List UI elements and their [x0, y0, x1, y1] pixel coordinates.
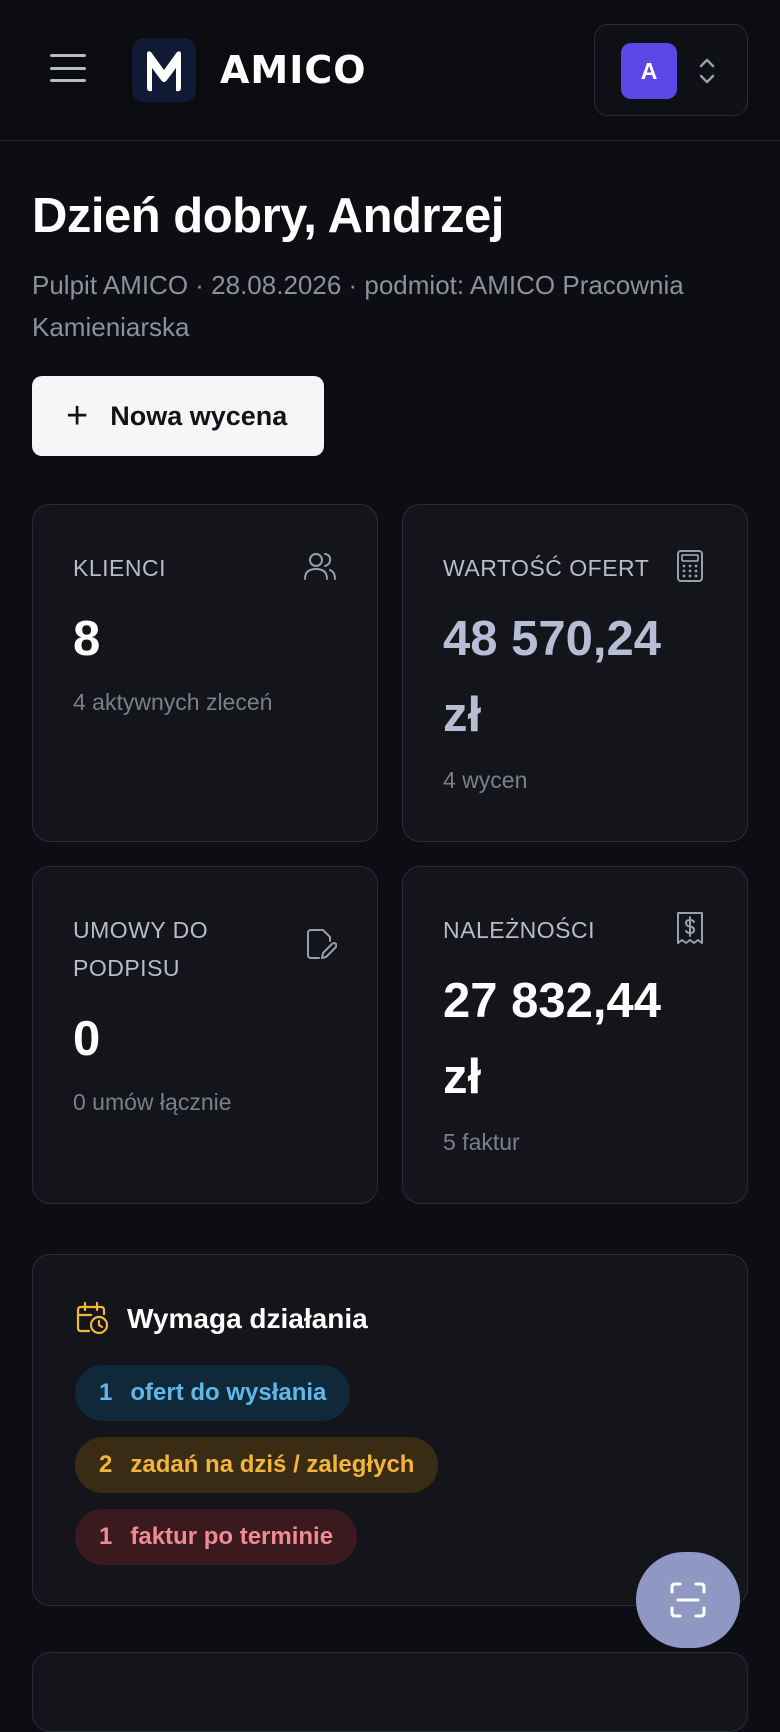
scan-icon — [670, 1582, 706, 1618]
offers-value-card[interactable]: WARTOŚĆ OFERT 48 570,24 zł 4 wycen — [402, 504, 748, 842]
top-bar: AMICO A — [0, 0, 780, 141]
receivables-value: 27 832,44 — [443, 974, 661, 1028]
offers-label: WARTOŚĆ OFERT — [443, 555, 650, 581]
brand-name: AMICO — [220, 48, 367, 92]
receipt-dollar-icon — [677, 912, 703, 944]
next-section-card — [32, 1652, 748, 1732]
offers-value: 48 570,24 — [443, 612, 661, 666]
document-edit-icon — [307, 929, 337, 959]
plus-icon: + — [66, 395, 89, 437]
pill-tasks-today[interactable]: 2 zadań na dziś / zaległych — [75, 1437, 439, 1493]
pill-count: 1 — [99, 1523, 113, 1550]
page-subtitle: Pulpit AMICO · 28.08.2026 · podmiot: AMI… — [32, 270, 684, 342]
contracts-sub: 0 umów łącznie — [73, 1089, 232, 1115]
receivables-label: NALEŻNOŚCI — [443, 917, 595, 943]
pill-label: ofert do wysłania — [130, 1379, 327, 1406]
contracts-value: 0 — [73, 1012, 101, 1066]
logo-m-icon — [147, 51, 181, 92]
new-quote-label: Nowa wycena — [110, 400, 288, 431]
users-icon — [304, 553, 336, 580]
avatar: A — [621, 43, 677, 99]
menu-icon[interactable] — [50, 54, 86, 82]
action-required-card: Wymaga działania 1 ofert do wysłania 2 z… — [32, 1254, 748, 1606]
action-required-title: Wymaga działania — [127, 1303, 368, 1334]
new-quote-button[interactable]: + Nowa wycena — [32, 376, 324, 456]
pill-overdue-invoices[interactable]: 1 faktur po terminie — [75, 1509, 358, 1565]
calendar-clock-icon — [76, 1301, 109, 1335]
contracts-label: UMOWY DO PODPISU — [73, 917, 209, 981]
calculator-icon — [677, 550, 703, 582]
offers-sub: 4 wycen — [443, 767, 528, 793]
clients-card[interactable]: KLIENCI 8 4 aktywnych zleceń — [32, 504, 378, 842]
pill-count: 1 — [99, 1379, 113, 1406]
scan-button[interactable] — [636, 1552, 740, 1648]
account-switcher[interactable]: A — [594, 24, 748, 116]
receivables-card[interactable]: NALEŻNOŚCI 27 832,44 zł 5 faktur — [402, 866, 748, 1204]
pill-label: zadań na dziś / zaległych — [130, 1451, 415, 1478]
contracts-card[interactable]: UMOWY DO PODPISU 0 0 umów łącznie — [32, 866, 378, 1204]
receivables-currency: zł — [443, 1050, 482, 1104]
logo — [132, 38, 196, 102]
pill-offers-to-send[interactable]: 1 ofert do wysłania — [75, 1365, 351, 1421]
pill-label: faktur po terminie — [130, 1523, 334, 1550]
clients-label: KLIENCI — [73, 555, 166, 581]
chevron-up-down-icon — [699, 58, 715, 84]
receivables-sub: 5 faktur — [443, 1129, 520, 1155]
clients-sub: 4 aktywnych zleceń — [73, 689, 273, 715]
clients-value: 8 — [73, 612, 101, 666]
offers-currency: zł — [443, 688, 482, 742]
pill-count: 2 — [99, 1451, 113, 1478]
page-title: Dzień dobry, Andrzej — [32, 189, 504, 243]
